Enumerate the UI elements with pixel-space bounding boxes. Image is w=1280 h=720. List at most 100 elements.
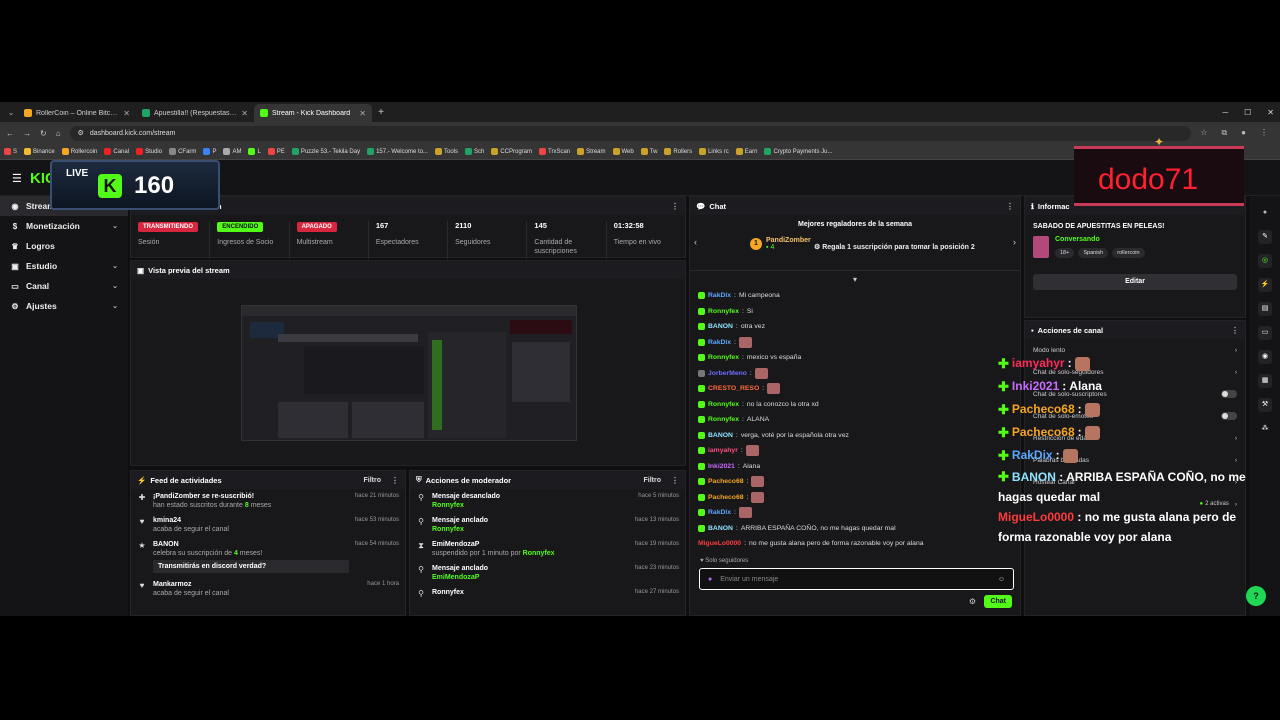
sidebar-item-canal[interactable]: ▭ Canal ⌄ (0, 276, 128, 296)
profile-icon[interactable]: ● (1241, 128, 1246, 138)
help-button[interactable]: ? (1246, 586, 1266, 606)
pinned-toggle-icon[interactable]: ▾ (690, 275, 1020, 284)
chat-username[interactable]: Ronnyfex (708, 416, 739, 423)
bookmark[interactable]: Crypto Payments Ju... (764, 148, 832, 155)
chat-username[interactable]: Ronnyfex (708, 354, 739, 361)
item-title[interactable]: Ronnyfex (432, 589, 629, 596)
item-title[interactable]: Mensaje desanclado (432, 493, 632, 500)
forward-icon[interactable]: → (23, 129, 31, 138)
bookmark[interactable]: Studio (136, 148, 162, 155)
info-rail-icon[interactable]: ● (1258, 206, 1272, 220)
mod-filter-button[interactable]: Filtro (644, 477, 662, 484)
chat-username[interactable]: RakDix (708, 339, 731, 346)
url-field[interactable]: ⚙ dashboard.kick.com/stream (69, 125, 1192, 141)
item-title[interactable]: BANON (153, 541, 349, 548)
wrench-rail-icon[interactable]: ⚒ (1258, 398, 1272, 412)
stream-tag[interactable]: 18+ (1055, 248, 1075, 258)
feed-more-icon[interactable]: ⋮ (391, 476, 399, 485)
chat-username[interactable]: BANON (708, 432, 733, 439)
gifter-name[interactable]: PandiZomber (766, 237, 811, 244)
chat-rail-icon[interactable]: ▭ (1258, 326, 1272, 340)
tab-close-icon[interactable]: ✕ (359, 109, 366, 118)
stream-tag[interactable]: rollercoin (1112, 248, 1145, 258)
site-info-icon[interactable]: ⚙ (78, 129, 84, 137)
tab-close-icon[interactable]: ✕ (241, 109, 248, 118)
item-title[interactable]: kmina24 (153, 517, 349, 524)
item-title[interactable]: Mensaje anclado (432, 565, 629, 572)
home-icon[interactable]: ⌂ (56, 129, 61, 138)
chat-username[interactable]: Pacheco68 (708, 478, 744, 485)
sidebar-item-ajustes[interactable]: ⚙ Ajustes ⌄ (0, 296, 128, 316)
chat-input[interactable]: ● Enviar un mensaje ☺ (699, 568, 1014, 590)
sidebar-item-logros[interactable]: ♛ Logros (0, 236, 128, 256)
chat-username[interactable]: Pacheco68 (708, 494, 744, 501)
chat-username[interactable]: JorberMeno (708, 370, 747, 377)
channel-actions-more-icon[interactable]: ⋮ (1231, 326, 1239, 335)
star-icon[interactable]: ☆ (1200, 128, 1207, 138)
bookmark[interactable]: Stream (577, 148, 606, 155)
chat-more-icon[interactable]: ⋮ (1006, 202, 1014, 211)
subtitle-highlight[interactable]: Ronnyfex (523, 550, 555, 557)
chat-username[interactable]: RakDix (708, 292, 731, 299)
close-window-icon[interactable]: ✕ (1267, 108, 1274, 117)
bookmark[interactable]: L (248, 148, 261, 155)
chat-username[interactable]: Inki2021 (708, 463, 735, 470)
tab-close-icon[interactable]: ✕ (123, 109, 130, 118)
edit-rail-icon[interactable]: ✎ (1258, 230, 1272, 244)
stream-preview-video[interactable] (241, 305, 577, 441)
minimize-icon[interactable]: ─ (1222, 108, 1228, 117)
bookmark[interactable]: Sch (465, 148, 484, 155)
target-rail-icon[interactable]: ◎ (1258, 254, 1272, 268)
user-color-icon[interactable]: ● (708, 576, 712, 583)
mod-more-icon[interactable]: ⋮ (671, 476, 679, 485)
bookmark[interactable]: PE (267, 148, 285, 155)
bookmark[interactable]: Canal (104, 148, 129, 155)
sidebar-item-estudio[interactable]: ▣ Estudio ⌄ (0, 256, 128, 276)
bookmark[interactable]: Tools (434, 148, 458, 155)
stream-tag[interactable]: Spanish (1078, 248, 1109, 258)
bookmark[interactable]: Rollercoin (61, 148, 97, 155)
calendar-rail-icon[interactable]: ▦ (1258, 374, 1272, 388)
menu-icon[interactable]: ⋮ (1260, 128, 1268, 138)
bookmark[interactable]: AM (223, 148, 241, 155)
reload-icon[interactable]: ↻ (40, 129, 47, 138)
bookmark[interactable]: TrxScan (539, 148, 570, 155)
send-chat-button[interactable]: Chat (984, 595, 1012, 608)
bolt-rail-icon[interactable]: ⚡ (1258, 278, 1272, 292)
chat-username[interactable]: iamyahyr (708, 447, 738, 454)
chat-username[interactable]: Ronnyfex (708, 308, 739, 315)
bookmark[interactable]: Tw (640, 148, 657, 155)
category-name[interactable]: Conversando (1055, 236, 1145, 243)
bookmark[interactable]: Puzzle 53.- Tekila Day (291, 148, 360, 155)
item-title[interactable]: Mankarmoz (153, 581, 361, 588)
chat-username[interactable]: MigueLo0000 (698, 540, 741, 547)
edit-info-button[interactable]: Editar (1033, 274, 1237, 290)
bookmark[interactable]: Binance (24, 148, 55, 155)
next-arrow-icon[interactable]: › (1013, 237, 1016, 247)
subtitle-highlight[interactable]: Ronnyfex (432, 526, 464, 533)
bookmark[interactable]: CCProgram (491, 148, 532, 155)
apps-rail-icon[interactable]: ⁂ (1258, 422, 1272, 436)
bookmark[interactable]: CFarm (169, 148, 196, 155)
bookmark[interactable]: Web (612, 148, 634, 155)
bookmark[interactable]: Earn (735, 148, 757, 155)
subtitle-highlight[interactable]: Ronnyfex (432, 502, 464, 509)
gift-prompt[interactable]: ⚙ Regala 1 suscripción para tomar la pos… (814, 243, 975, 251)
hamburger-icon[interactable]: ☰ (12, 172, 22, 185)
item-title[interactable]: ¡PandiZomber se re-suscribió! (153, 493, 349, 500)
extensions-icon[interactable]: ⧉ (1221, 128, 1227, 138)
subtitle-highlight[interactable]: EmiMendozaP (432, 574, 479, 581)
chat-settings-icon[interactable]: ⚙ (969, 597, 976, 606)
maximize-icon[interactable]: ☐ (1244, 108, 1251, 117)
sidebar-item-monetización[interactable]: $ Monetización ⌄ (0, 216, 128, 236)
tab-search-icon[interactable]: ⌄ (4, 108, 18, 117)
chat-username[interactable]: CRESTO_RESO (708, 385, 759, 392)
broadcast-rail-icon[interactable]: ◉ (1258, 350, 1272, 364)
emoji-icon[interactable]: ☺ (998, 576, 1005, 583)
prev-arrow-icon[interactable]: ‹ (694, 237, 697, 247)
browser-tab[interactable]: Apuestilla!! (Respuestas) - Hoj ✕ (136, 104, 254, 122)
browser-tab[interactable]: Stream - Kick Dashboard ✕ (254, 104, 372, 122)
back-icon[interactable]: ← (6, 129, 14, 138)
bookmark[interactable]: P (203, 148, 216, 155)
chat-username[interactable]: RakDix (708, 509, 731, 516)
